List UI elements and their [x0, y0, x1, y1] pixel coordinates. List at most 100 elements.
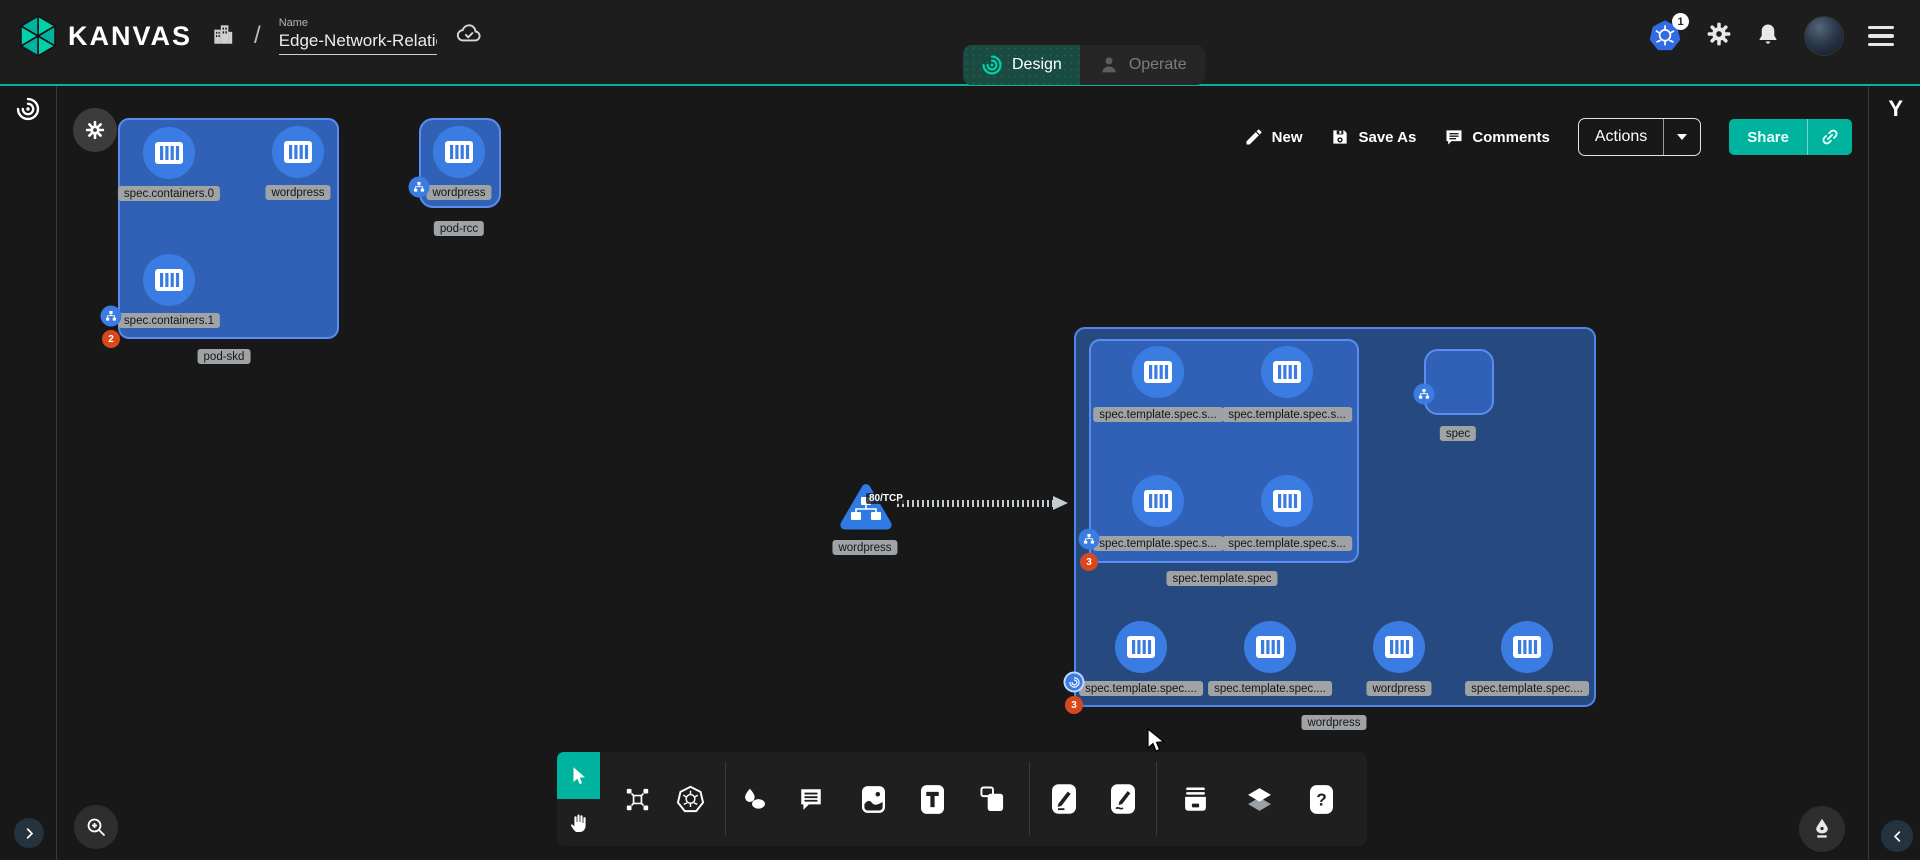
- node-label: wordpress: [426, 185, 491, 200]
- actions-split-button[interactable]: Actions: [1578, 118, 1701, 156]
- relationship-badge-icon: [101, 306, 122, 327]
- zoom-in-button[interactable]: [74, 805, 118, 849]
- note-icon: [980, 786, 1005, 813]
- new-button-label: New: [1272, 129, 1303, 146]
- kubernetes-context-icon[interactable]: 1: [1648, 19, 1682, 53]
- error-count-badge[interactable]: 2: [102, 330, 120, 348]
- share-split-button[interactable]: Share: [1729, 119, 1852, 155]
- node-label: spec.template.spec.s...: [1093, 536, 1223, 551]
- edge-service-to-deployment[interactable]: [897, 500, 1055, 507]
- tab-design-label: Design: [1012, 56, 1062, 74]
- pen-nib-icon: [1809, 816, 1835, 842]
- help-tool-button[interactable]: ?: [1302, 780, 1340, 818]
- node-service-triangle[interactable]: [837, 482, 895, 539]
- expand-left-panel-button[interactable]: [14, 818, 44, 848]
- select-tool-button[interactable]: [557, 752, 600, 799]
- menu-hamburger-icon[interactable]: [1868, 26, 1894, 46]
- relationship-badge-icon: [1064, 672, 1085, 693]
- image-icon: [862, 786, 885, 813]
- layers-icon: [1246, 786, 1273, 813]
- help-icon: ?: [1310, 785, 1333, 814]
- node-label: spec.template.spec.s...: [1093, 407, 1223, 422]
- node-container[interactable]: [143, 127, 195, 179]
- tab-design[interactable]: Design: [963, 45, 1080, 85]
- comment-tool-button[interactable]: [792, 780, 830, 818]
- node-container[interactable]: [1261, 475, 1313, 527]
- node-container[interactable]: [1115, 621, 1167, 673]
- share-link-icon[interactable]: [1807, 119, 1852, 155]
- node-label: spec.template.spec....: [1208, 681, 1332, 696]
- design-pen-button[interactable]: [1799, 806, 1845, 852]
- group-spec-template-spec[interactable]: [1089, 339, 1359, 563]
- operate-person-icon: [1098, 54, 1120, 76]
- comments-button-label: Comments: [1472, 129, 1550, 146]
- actions-caret-icon[interactable]: [1663, 119, 1700, 155]
- save-as-button[interactable]: Save As: [1330, 127, 1416, 147]
- node-container[interactable]: [433, 126, 485, 178]
- error-count-badge[interactable]: 3: [1080, 553, 1098, 571]
- mode-tabs: Design Operate: [963, 45, 1205, 85]
- node-container[interactable]: [1132, 475, 1184, 527]
- image-tool-button[interactable]: [854, 780, 892, 818]
- design-name-field: Name: [279, 17, 437, 55]
- component-chip-icon: [624, 786, 651, 813]
- node-container[interactable]: [1501, 621, 1553, 673]
- node-container[interactable]: [1244, 621, 1296, 673]
- user-avatar[interactable]: [1804, 16, 1844, 56]
- node-container[interactable]: [1132, 346, 1184, 398]
- node-label: spec.template.spec.s...: [1222, 407, 1352, 422]
- new-button[interactable]: New: [1244, 127, 1303, 147]
- comment-bubble-icon: [798, 786, 824, 812]
- save-as-button-label: Save As: [1358, 129, 1416, 146]
- node-container[interactable]: [1261, 346, 1313, 398]
- design-name-input[interactable]: [279, 31, 437, 55]
- design-action-bar: New Save As Comments Actions Share: [1244, 118, 1852, 156]
- left-sidebar: [0, 86, 57, 860]
- toolbar-mode-column: [557, 752, 600, 846]
- text-tool-button[interactable]: [913, 780, 951, 818]
- group-label: pod-skd: [198, 349, 251, 364]
- node-label: spec.containers.0: [118, 186, 220, 201]
- node-container[interactable]: [1373, 621, 1425, 673]
- organization-icon[interactable]: [210, 21, 236, 52]
- breadcrumb-separator: /: [254, 22, 261, 50]
- tab-underline: [0, 84, 1920, 86]
- freehand-tool-button[interactable]: [1104, 780, 1142, 818]
- error-count-badge[interactable]: 3: [1065, 696, 1083, 714]
- svg-text:?: ?: [1316, 789, 1327, 809]
- note-tool-button[interactable]: [973, 780, 1011, 818]
- kubernetes-tool-button[interactable]: [671, 780, 709, 818]
- comments-button[interactable]: Comments: [1444, 127, 1550, 147]
- edge-arrowhead: [1053, 496, 1068, 510]
- node-container[interactable]: [272, 126, 324, 178]
- tab-operate[interactable]: Operate: [1080, 45, 1205, 85]
- chevron-right-icon: [22, 826, 37, 841]
- canvas-toolbar: ?: [600, 752, 1367, 846]
- kanvas-logo[interactable]: KANVAS: [18, 14, 192, 58]
- notifications-bell-icon[interactable]: [1756, 22, 1780, 51]
- settings-gear-icon[interactable]: [1706, 21, 1732, 52]
- group-label: pod-rcc: [434, 221, 484, 236]
- hand-icon: [567, 811, 591, 835]
- shapes-tool-button[interactable]: [734, 780, 772, 818]
- expand-right-panel-button[interactable]: [1881, 820, 1913, 852]
- node-label: spec: [1440, 426, 1476, 441]
- node-label: spec.template.spec....: [1079, 681, 1203, 696]
- toolbar-divider: [725, 762, 726, 836]
- node-spec[interactable]: [1424, 349, 1494, 415]
- freehand-pencil-icon: [1111, 784, 1135, 814]
- node-container[interactable]: [143, 254, 195, 306]
- component-tool-button[interactable]: [618, 780, 656, 818]
- pan-tool-button[interactable]: [557, 799, 600, 846]
- group-config-gear-button[interactable]: [73, 108, 117, 152]
- chevron-left-icon: [1890, 829, 1905, 844]
- layers-tool-button[interactable]: [1240, 780, 1278, 818]
- tab-operate-label: Operate: [1129, 56, 1187, 74]
- toolbar-divider: [1029, 762, 1030, 836]
- drawer-tool-button[interactable]: [1176, 780, 1214, 818]
- edge-style-tool-button[interactable]: [1045, 780, 1083, 818]
- save-icon: [1330, 127, 1350, 147]
- validator-icon[interactable]: Y: [1888, 96, 1903, 122]
- saved-cloud-icon: [455, 20, 483, 53]
- drawer-icon: [1182, 786, 1209, 813]
